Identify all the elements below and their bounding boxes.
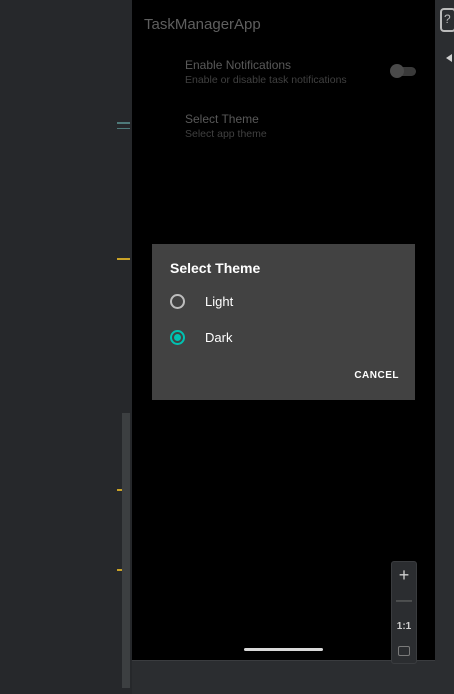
notifications-summary: Enable or disable task notifications bbox=[185, 74, 347, 86]
zoom-out-button[interactable]: — bbox=[392, 590, 416, 612]
gutter-lines-icon bbox=[117, 122, 130, 133]
device-screen: TaskManagerApp Enable Notifications Enab… bbox=[132, 0, 435, 660]
theme-option-light[interactable]: Light bbox=[170, 287, 410, 315]
theme-summary: Select app theme bbox=[185, 128, 267, 140]
zoom-in-button[interactable]: + bbox=[392, 564, 416, 586]
theme-title: Select Theme bbox=[185, 112, 259, 126]
zoom-controls: + — 1:1 bbox=[391, 561, 417, 664]
help-icon[interactable]: ? bbox=[440, 8, 454, 32]
theme-option-dark[interactable]: Dark bbox=[170, 323, 410, 351]
theme-option-label: Light bbox=[205, 293, 234, 309]
gutter-color-marker bbox=[117, 258, 130, 260]
radio-checked-icon[interactable] bbox=[170, 329, 185, 345]
dialog-title: Select Theme bbox=[170, 260, 261, 276]
zoom-fit-icon[interactable] bbox=[398, 646, 410, 656]
app-title: TaskManagerApp bbox=[144, 16, 261, 33]
editor-scrollbar[interactable] bbox=[122, 413, 130, 688]
theme-option-label: Dark bbox=[205, 329, 233, 345]
collapse-arrow-icon[interactable] bbox=[446, 54, 452, 62]
zoom-reset-button[interactable]: 1:1 bbox=[392, 620, 416, 634]
right-tool-strip bbox=[435, 0, 454, 694]
radio-unchecked-icon[interactable] bbox=[170, 293, 185, 309]
gesture-nav-handle[interactable] bbox=[244, 648, 323, 651]
editor-gutter-panel bbox=[0, 0, 132, 694]
notifications-toggle[interactable] bbox=[390, 64, 416, 78]
preview-bottom-bar bbox=[132, 660, 435, 688]
theme-preference[interactable]: Select Theme Select app theme bbox=[185, 112, 425, 140]
cancel-button[interactable]: CANCEL bbox=[354, 370, 399, 381]
notifications-title: Enable Notifications bbox=[185, 58, 292, 72]
select-theme-dialog: Select Theme Light Dark CANCEL bbox=[152, 244, 415, 400]
notifications-preference[interactable]: Enable Notifications Enable or disable t… bbox=[185, 58, 425, 86]
